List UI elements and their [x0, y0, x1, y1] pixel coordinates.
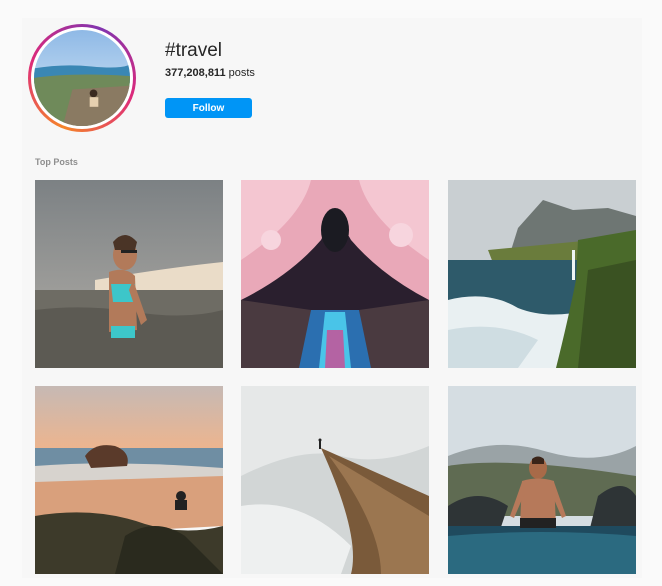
post-count: 377,208,811 posts — [165, 67, 255, 79]
hashtag-avatar[interactable] — [28, 24, 136, 132]
follow-button[interactable]: Follow — [165, 98, 252, 118]
post-tile[interactable] — [448, 180, 636, 368]
post-tile[interactable] — [35, 180, 223, 368]
post-image — [448, 180, 636, 368]
post-tile[interactable] — [241, 386, 429, 574]
post-count-suffix: posts — [228, 67, 255, 79]
top-posts-grid — [35, 180, 636, 574]
post-count-number: 377,208,811 — [165, 67, 226, 79]
post-image — [241, 386, 429, 574]
post-image — [35, 180, 223, 368]
post-tile[interactable] — [448, 386, 636, 574]
top-posts-label: Top Posts — [35, 157, 78, 167]
post-tile[interactable] — [241, 180, 429, 368]
post-image — [448, 386, 636, 574]
post-tile[interactable] — [35, 386, 223, 574]
avatar-image — [34, 30, 130, 126]
post-image — [35, 386, 223, 574]
hashtag-title: #travel — [165, 40, 223, 61]
post-image — [241, 180, 429, 368]
